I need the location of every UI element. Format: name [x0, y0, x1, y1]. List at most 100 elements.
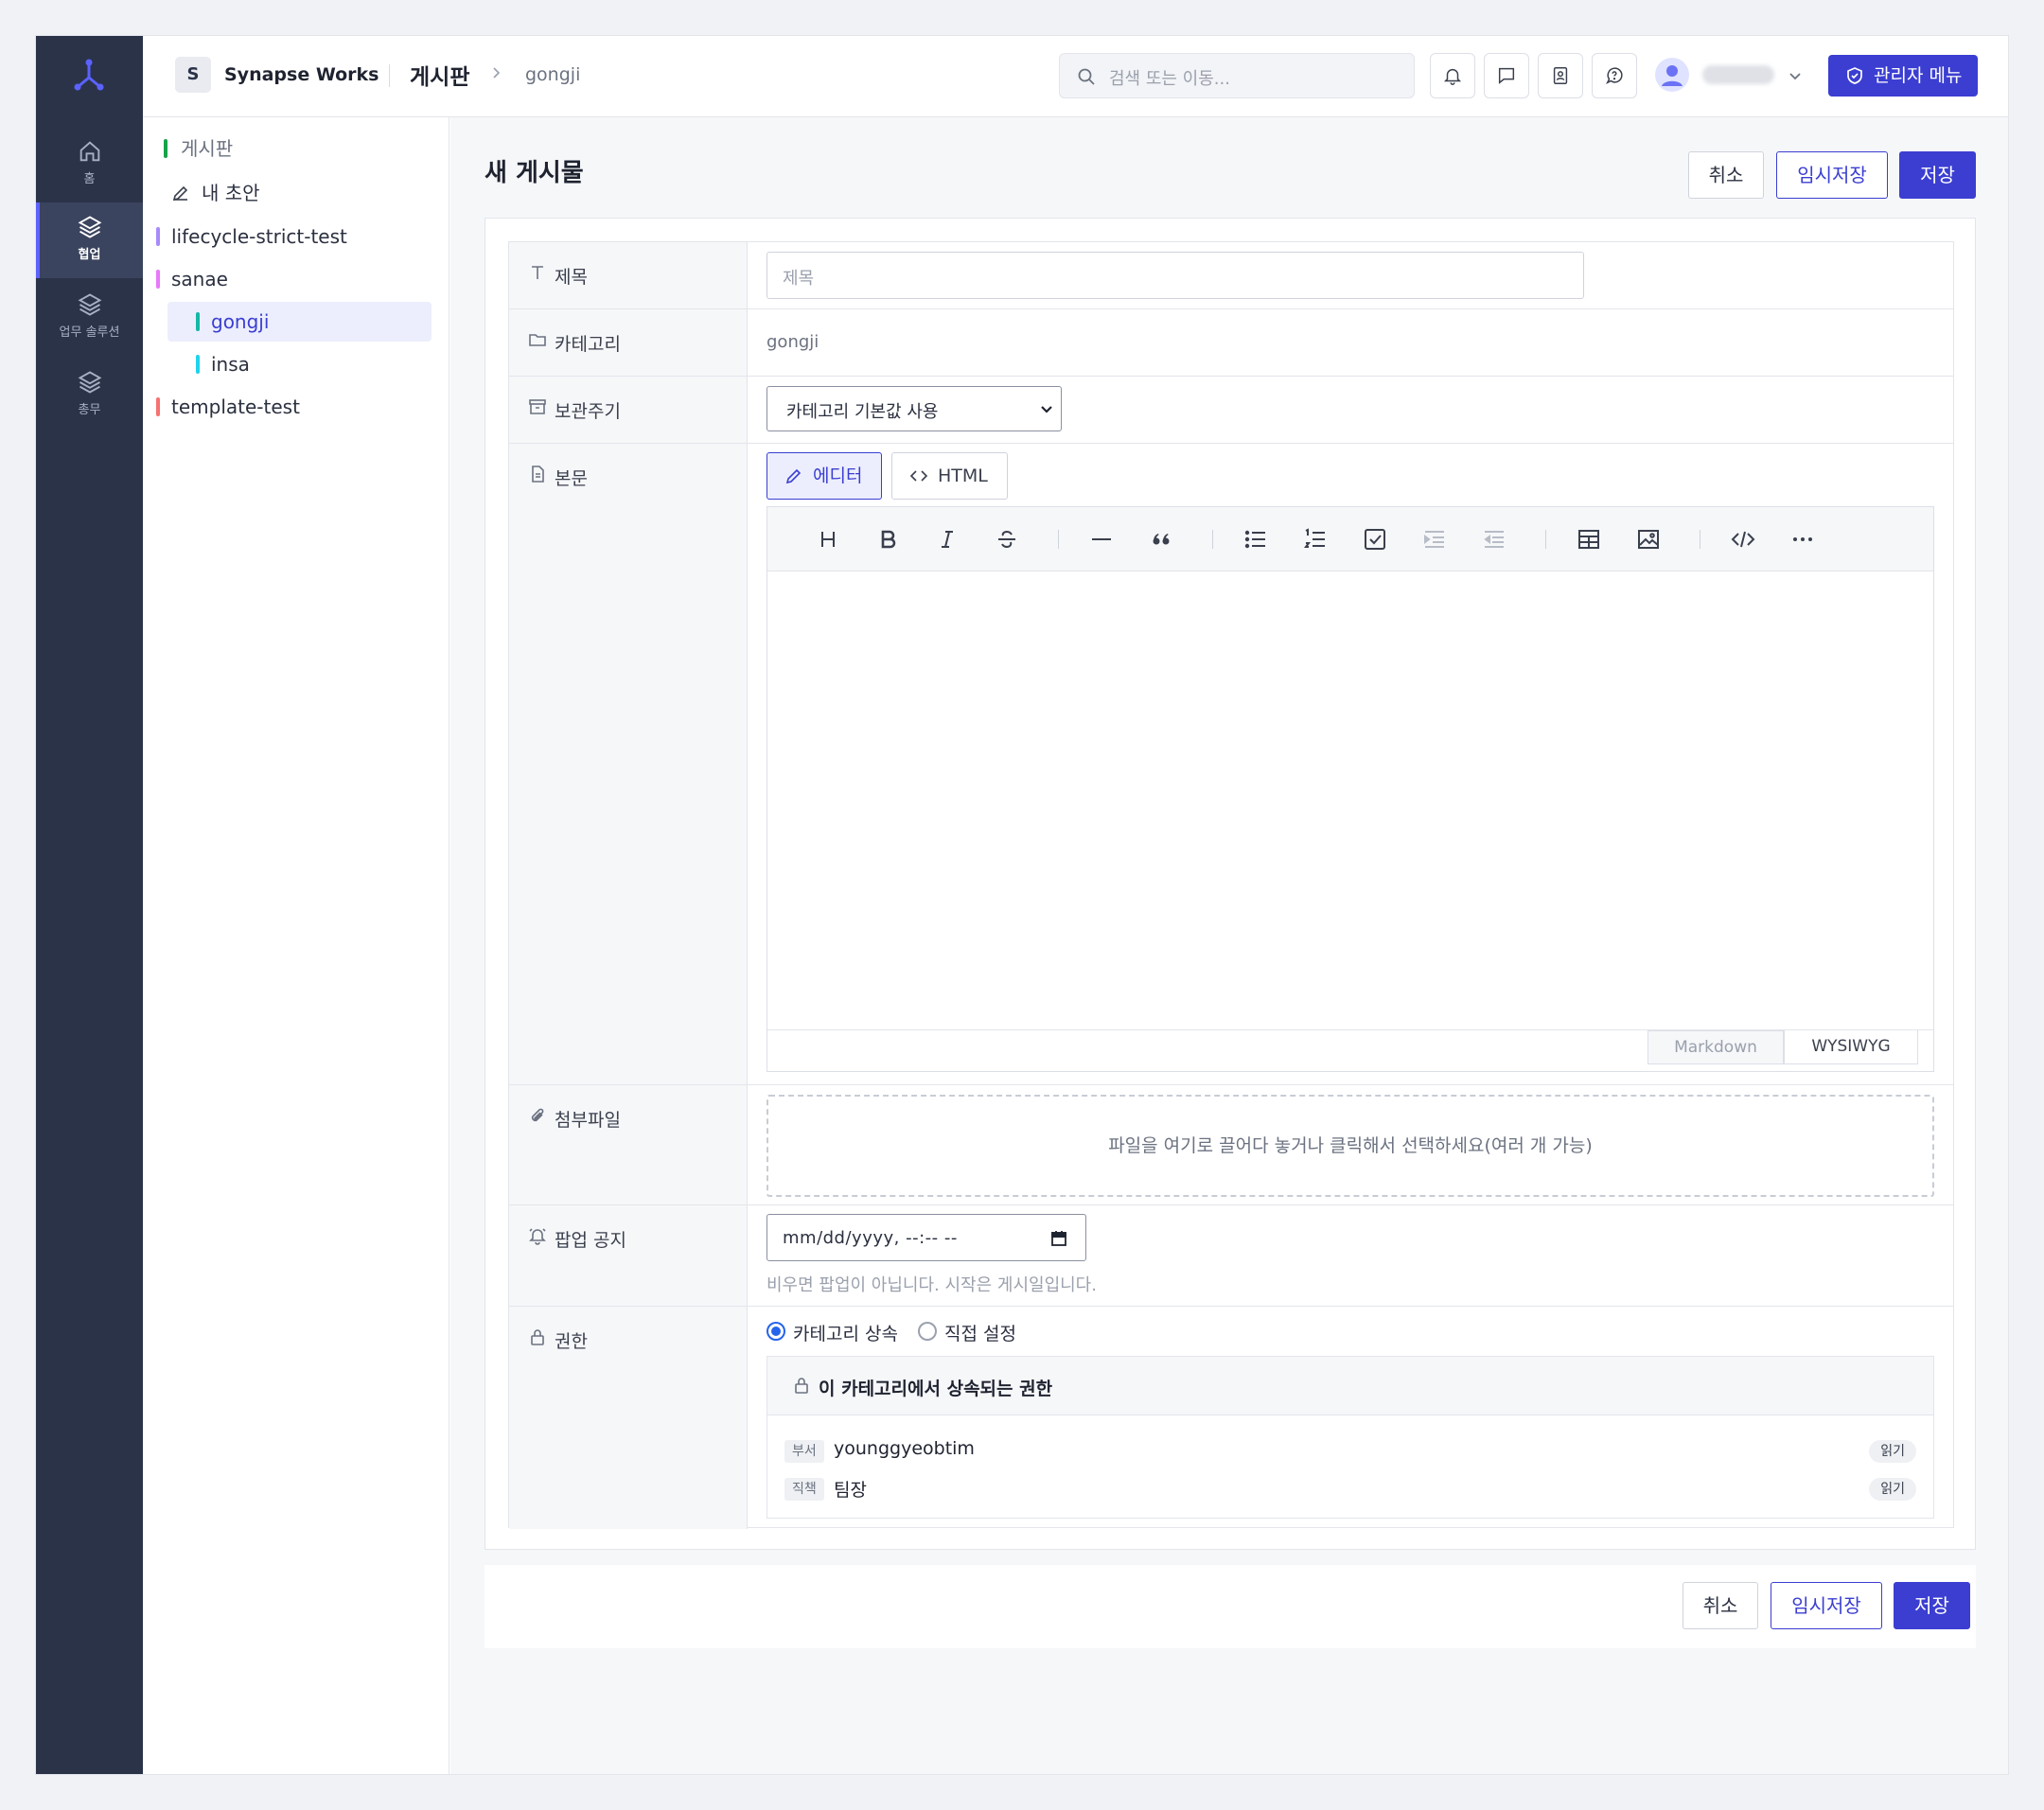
- notifications-button[interactable]: [1430, 53, 1475, 98]
- rail-item-solutions[interactable]: 업무 솔루션: [36, 280, 143, 356]
- task-list-icon[interactable]: [1362, 526, 1388, 553]
- file-dropzone[interactable]: 파일을 여기로 끌어다 놓거나 클릭해서 선택하세요(여러 개 가능): [766, 1095, 1934, 1197]
- chat-icon: [1498, 67, 1515, 84]
- contacts-button[interactable]: [1538, 53, 1583, 98]
- text-icon: [532, 266, 543, 279]
- category-color-bar: [156, 397, 160, 416]
- category-label-cell: 카테고리: [509, 309, 748, 376]
- body-row: 본문 에디터 HTML Markdown WYSIWYG: [509, 444, 1953, 1085]
- app-logo-icon[interactable]: [70, 57, 108, 95]
- cancel-button[interactable]: 취소: [1688, 151, 1764, 199]
- workspace-badge[interactable]: S: [175, 57, 211, 93]
- messages-button[interactable]: [1484, 53, 1529, 98]
- image-icon[interactable]: [1635, 526, 1662, 553]
- save-button[interactable]: 저장: [1899, 151, 1976, 199]
- popup-label-cell: 팝업 공지: [509, 1205, 748, 1306]
- popup-datetime-input[interactable]: mm/dd/yyyy, --:-- --: [766, 1214, 1086, 1261]
- user-name-redacted[interactable]: [1702, 65, 1774, 84]
- numbered-list-icon[interactable]: [1302, 526, 1329, 553]
- app-window: 홈 협업 업무 솔루션 총무 S Synapse Works 게시판 gongj…: [35, 35, 2009, 1775]
- search-input[interactable]: 검색 또는 이동...: [1059, 53, 1415, 98]
- search-icon: [1078, 68, 1095, 85]
- document-icon: [532, 466, 544, 483]
- chevron-down-icon[interactable]: [1788, 68, 1803, 83]
- rail-item-home[interactable]: 홈: [36, 129, 143, 204]
- save-button-bottom[interactable]: 저장: [1894, 1582, 1970, 1629]
- sidebar-item-gongji[interactable]: gongji: [167, 302, 432, 342]
- permission-level-badge: 읽기: [1869, 1478, 1916, 1501]
- tab-html[interactable]: HTML: [891, 452, 1008, 500]
- permission-level-badge: 읽기: [1869, 1440, 1916, 1463]
- sidebar-item-sanae[interactable]: sanae: [156, 259, 432, 299]
- editor-content-area[interactable]: [767, 571, 1933, 1029]
- breadcrumb-current: gongji: [525, 64, 581, 85]
- layers-icon: [78, 293, 101, 316]
- category-row: 카테고리 gongji: [509, 309, 1953, 377]
- radio-dot[interactable]: [766, 1322, 785, 1341]
- quote-icon[interactable]: [1148, 526, 1174, 553]
- bold-icon[interactable]: [874, 526, 901, 553]
- home-icon: [79, 141, 99, 162]
- mode-wysiwyg[interactable]: WYSIWYG: [1784, 1030, 1918, 1064]
- table-icon[interactable]: [1576, 526, 1602, 553]
- post-form-card: 제목 제목 카테고리 gongji 보관주기 카테고리 기본값 사용 본문 에디…: [485, 218, 1976, 1550]
- italic-icon[interactable]: [934, 526, 960, 553]
- attachments-row: 첨부파일 파일을 여기로 끌어다 놓거나 클릭해서 선택하세요(여러 개 가능): [509, 1085, 1953, 1205]
- workspace-name[interactable]: Synapse Works: [224, 64, 379, 85]
- help-button[interactable]: [1592, 53, 1637, 98]
- draft-button-bottom[interactable]: 임시저장: [1771, 1582, 1882, 1629]
- rail-item-general-affairs[interactable]: 총무: [36, 358, 143, 433]
- indent-icon[interactable]: [1421, 526, 1448, 553]
- retention-row: 보관주기 카테고리 기본값 사용: [509, 377, 1953, 444]
- more-icon[interactable]: [1789, 526, 1816, 553]
- sidebar-item-lifecycle-strict-test[interactable]: lifecycle-strict-test: [156, 217, 432, 256]
- category-color-bar: [196, 355, 200, 374]
- horizontal-rule-icon[interactable]: [1088, 526, 1115, 553]
- sidebar-item-template-test[interactable]: template-test: [156, 387, 432, 427]
- archive-icon: [529, 399, 546, 414]
- permission-subject: younggyeobtim: [834, 1438, 975, 1459]
- draft-button[interactable]: 임시저장: [1776, 151, 1888, 199]
- radio-dot[interactable]: [918, 1322, 937, 1341]
- sidebar-item-board[interactable]: 게시판: [160, 129, 432, 168]
- page-title: 새 게시물: [485, 159, 584, 187]
- category-value: gongji: [766, 332, 819, 352]
- top-bar: S Synapse Works 게시판 gongji 검색 또는 이동... 관…: [143, 36, 2008, 117]
- avatar[interactable]: [1655, 58, 1689, 92]
- breadcrumb-board[interactable]: 게시판: [410, 59, 469, 91]
- calendar-icon[interactable]: [1049, 1229, 1068, 1248]
- admin-menu-button[interactable]: 관리자 메뉴: [1828, 55, 1978, 97]
- pencil-icon: [785, 468, 802, 484]
- sidebar-item-my-drafts[interactable]: 내 초안: [160, 173, 432, 213]
- bell-ring-icon: [529, 1228, 546, 1245]
- code-block-icon[interactable]: [1730, 526, 1756, 553]
- chevron-right-icon: [493, 67, 501, 79]
- heading-icon[interactable]: [815, 526, 841, 553]
- title-label-cell: 제목: [509, 242, 748, 308]
- sidebar-item-insa[interactable]: insa: [160, 344, 432, 384]
- category-color-bar: [164, 139, 167, 158]
- attachments-label-cell: 첨부파일: [509, 1085, 748, 1204]
- toolbar-separator: [1058, 530, 1059, 549]
- paperclip-icon: [531, 1108, 544, 1122]
- popup-hint: 비우면 팝업이 아닙니다. 시작은 게시일입니다.: [766, 1275, 1097, 1295]
- board-sidebar: 게시판 내 초안 lifecycle-strict-test sanae gon…: [143, 117, 449, 1774]
- toolbar-separator: [1545, 530, 1546, 549]
- cancel-button-bottom[interactable]: 취소: [1683, 1582, 1758, 1629]
- chevron-down-icon: [1041, 406, 1052, 413]
- category-color-bar: [196, 312, 200, 331]
- body-label-cell: 본문: [509, 444, 748, 1084]
- rich-text-editor[interactable]: Markdown WYSIWYG: [766, 506, 1934, 1072]
- permissions-label-cell: 권한: [509, 1307, 748, 1529]
- bullet-list-icon[interactable]: [1242, 526, 1269, 553]
- retention-select[interactable]: 카테고리 기본값 사용: [766, 386, 1062, 431]
- outdent-icon[interactable]: [1481, 526, 1507, 553]
- strikethrough-icon[interactable]: [994, 526, 1020, 553]
- title-input[interactable]: 제목: [766, 252, 1584, 299]
- permission-type-tag: 직책: [784, 1478, 824, 1501]
- mode-markdown[interactable]: Markdown: [1648, 1030, 1784, 1064]
- editor-toolbar: [767, 507, 1933, 571]
- contact-book-icon: [1553, 67, 1568, 84]
- tab-editor[interactable]: 에디터: [766, 452, 882, 500]
- rail-item-collab[interactable]: 협업: [36, 202, 143, 278]
